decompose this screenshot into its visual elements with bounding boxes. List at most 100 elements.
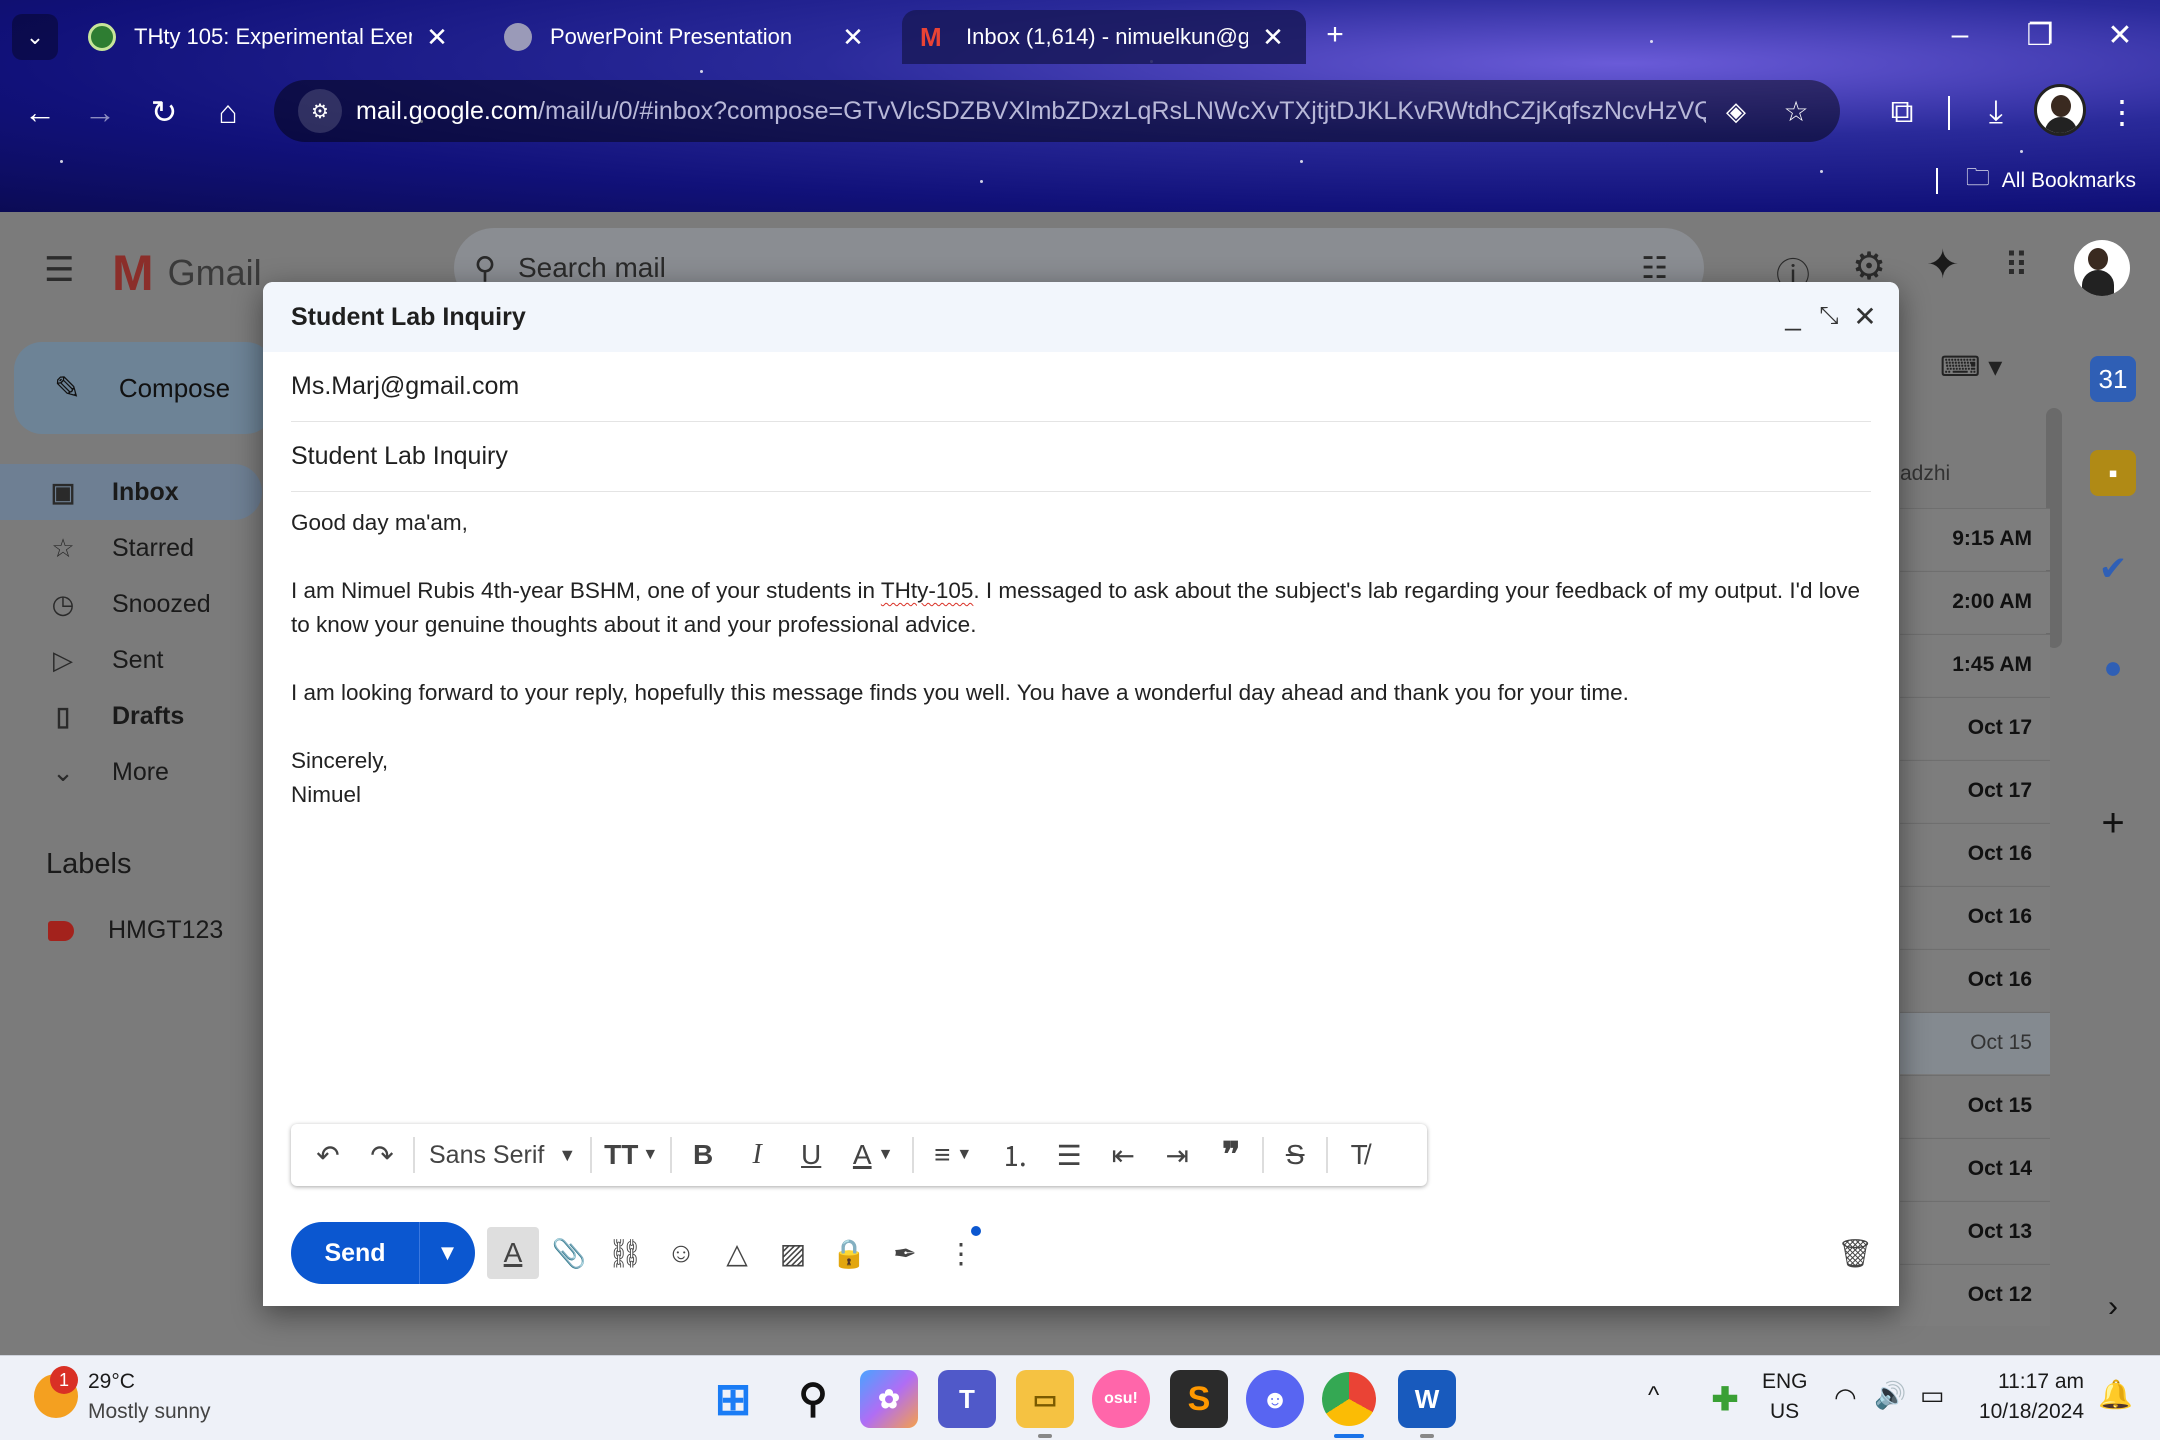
close-icon[interactable]: ✕ xyxy=(838,22,868,53)
apps-grid-icon[interactable]: ⠿ xyxy=(2004,246,2029,286)
compose-header[interactable]: Student Lab Inquiry xyxy=(263,282,1899,352)
all-bookmarks[interactable]: 🗀 All Bookmarks xyxy=(1935,160,2136,201)
font-size-icon[interactable]: TT ▼ xyxy=(596,1130,666,1180)
search-options-icon[interactable]: ☷ xyxy=(1641,251,1668,286)
font-family-select[interactable]: Sans Serif ▼ xyxy=(419,1130,586,1180)
mail-row[interactable]: Oct 16 xyxy=(1900,886,2050,948)
quote-icon[interactable]: ❞ xyxy=(1204,1130,1258,1180)
profile-avatar-button[interactable] xyxy=(2034,84,2086,136)
redo-icon[interactable]: ↷ xyxy=(355,1130,409,1180)
sidebar-item-inbox[interactable]: ▣ Inbox xyxy=(0,464,262,520)
mail-row[interactable]: Oct 16 xyxy=(1900,823,2050,885)
notification-bell-icon[interactable]: 🔔 xyxy=(2098,1378,2133,1411)
browser-menu-button[interactable]: ⋮ xyxy=(2098,88,2146,136)
bookmark-star-icon[interactable]: ☆ xyxy=(1766,95,1826,128)
forward-button[interactable]: → xyxy=(76,88,124,136)
tray-app-icon[interactable]: ✚ xyxy=(1696,1370,1754,1428)
mail-row[interactable]: Oct 15 xyxy=(1900,1012,2050,1074)
account-avatar[interactable] xyxy=(2074,240,2130,296)
remove-formatting-icon[interactable]: T̸ xyxy=(1332,1130,1386,1180)
sidebar-item-drafts[interactable]: ▯ Drafts xyxy=(0,688,262,744)
numbered-list-icon[interactable]: ⒈ xyxy=(988,1130,1042,1180)
confidential-mode-icon[interactable]: 🔒 xyxy=(823,1227,875,1279)
home-button[interactable]: ⌂ xyxy=(204,88,252,136)
tasks-icon[interactable]: ✔ xyxy=(2090,546,2136,592)
indent-more-icon[interactable]: ⇥ xyxy=(1150,1130,1204,1180)
chrome-icon[interactable] xyxy=(1322,1372,1376,1426)
mail-row[interactable]: Oct 16 xyxy=(1900,949,2050,1011)
subject-field[interactable]: Student Lab Inquiry xyxy=(291,422,1871,492)
send-button[interactable]: Send xyxy=(291,1222,419,1284)
search-icon[interactable]: ⚲ xyxy=(474,251,496,286)
extensions-button[interactable]: ⧉ xyxy=(1878,88,1926,136)
mail-row[interactable]: Oct 17 xyxy=(1900,760,2050,822)
underline-icon[interactable]: U xyxy=(784,1130,838,1180)
signature-pen-icon[interactable]: ✒ xyxy=(879,1227,931,1279)
battery-icon[interactable]: ▭ xyxy=(1920,1380,1945,1411)
tab-thty-105[interactable]: THty 105: Experimental Exercise ✕ xyxy=(70,10,470,64)
insert-link-icon[interactable]: ⛓ xyxy=(599,1227,651,1279)
bold-icon[interactable]: B xyxy=(676,1130,730,1180)
windows-start-icon[interactable]: ⊞ xyxy=(704,1370,762,1428)
mail-row[interactable]: Oct 15 xyxy=(1900,1075,2050,1137)
wifi-icon[interactable]: ◠ xyxy=(1834,1382,1857,1413)
emoji-icon[interactable]: ☺ xyxy=(655,1227,707,1279)
text-color-icon[interactable]: A ▼ xyxy=(838,1130,908,1180)
back-button[interactable]: ← xyxy=(16,88,64,136)
label-item-hmgt123[interactable]: HMGT123 xyxy=(48,916,223,945)
minimize-button[interactable]: – xyxy=(1920,10,2000,60)
sidebar-item-more[interactable]: ⌄ More xyxy=(0,744,262,800)
language-code[interactable]: ENG xyxy=(1762,1370,1808,1394)
insert-photo-icon[interactable]: ▨ xyxy=(767,1227,819,1279)
mail-row[interactable]: 1:45 AM xyxy=(1900,634,2050,696)
copilot-icon[interactable]: ✿ xyxy=(860,1370,918,1428)
formatting-options-icon[interactable]: A xyxy=(487,1227,539,1279)
minimize-icon[interactable]: _ xyxy=(1775,298,1811,334)
weather-desc[interactable]: Mostly sunny xyxy=(88,1400,211,1424)
teams-icon[interactable]: T xyxy=(938,1370,996,1428)
close-icon[interactable]: ✕ xyxy=(422,22,452,53)
search-input[interactable]: Search mail xyxy=(518,252,1641,284)
gemini-sparkle-icon[interactable]: ✦ xyxy=(1926,242,1960,288)
search-icon[interactable]: ⚲ xyxy=(784,1370,842,1428)
align-icon[interactable]: ≡ ▼ xyxy=(918,1130,988,1180)
downloads-button[interactable]: ⤓ xyxy=(1972,88,2020,136)
tab-search-button[interactable]: ⌄ xyxy=(12,14,58,60)
site-info-icon[interactable]: ⚙ xyxy=(298,89,342,133)
italic-icon[interactable]: I xyxy=(730,1130,784,1180)
chevron-right-icon[interactable]: › xyxy=(2090,1284,2136,1330)
add-addon-icon[interactable]: + xyxy=(2090,800,2136,846)
compose-button[interactable]: ✎ Compose xyxy=(14,342,274,434)
mail-row[interactable]: 9:15 AM xyxy=(1900,508,2050,570)
clock-time[interactable]: 11:17 am xyxy=(1996,1370,2084,1394)
gmail-logo[interactable]: M Gmail xyxy=(112,244,262,302)
recipient-chip[interactable]: Ms.Marj@gmail.com xyxy=(291,372,519,401)
subject-input[interactable]: Student Lab Inquiry xyxy=(291,442,508,471)
word-icon[interactable]: W xyxy=(1398,1370,1456,1428)
close-window-button[interactable]: ✕ xyxy=(2080,10,2160,60)
contacts-icon[interactable]: ● xyxy=(2090,644,2136,690)
to-field[interactable]: Ms.Marj@gmail.com xyxy=(291,352,1871,422)
new-tab-button[interactable]: + xyxy=(1305,10,1365,60)
exit-fullscreen-icon[interactable]: ⤡ xyxy=(1811,298,1847,334)
mail-row[interactable]: Oct 17 xyxy=(1900,697,2050,759)
mail-row[interactable]: Oct 12 xyxy=(1900,1264,2050,1326)
main-menu-icon[interactable]: ☰ xyxy=(44,250,74,290)
indent-less-icon[interactable]: ⇤ xyxy=(1096,1130,1150,1180)
misspelled-word[interactable]: THty-105 xyxy=(881,578,974,603)
osu-icon[interactable]: osu! xyxy=(1092,1370,1150,1428)
keep-icon[interactable]: ▪ xyxy=(2090,450,2136,496)
strikethrough-icon[interactable]: S xyxy=(1268,1130,1322,1180)
sidebar-item-starred[interactable]: ☆ Starred xyxy=(0,520,262,576)
sublime-text-icon[interactable]: S xyxy=(1170,1370,1228,1428)
sidebar-item-sent[interactable]: ▷ Sent xyxy=(0,632,262,688)
restore-button[interactable]: ❐ xyxy=(2000,10,2080,60)
reload-button[interactable]: ↻ xyxy=(140,88,188,136)
install-app-icon[interactable]: ◈ xyxy=(1706,96,1766,127)
calendar-icon[interactable]: 31 xyxy=(2090,356,2136,402)
close-icon[interactable]: ✕ xyxy=(1847,298,1883,334)
drive-icon[interactable]: △ xyxy=(711,1227,763,1279)
keyboard-layout[interactable]: US xyxy=(1770,1400,1799,1424)
discard-draft-icon[interactable]: 🗑 xyxy=(1829,1227,1881,1279)
undo-icon[interactable]: ↶ xyxy=(301,1130,355,1180)
